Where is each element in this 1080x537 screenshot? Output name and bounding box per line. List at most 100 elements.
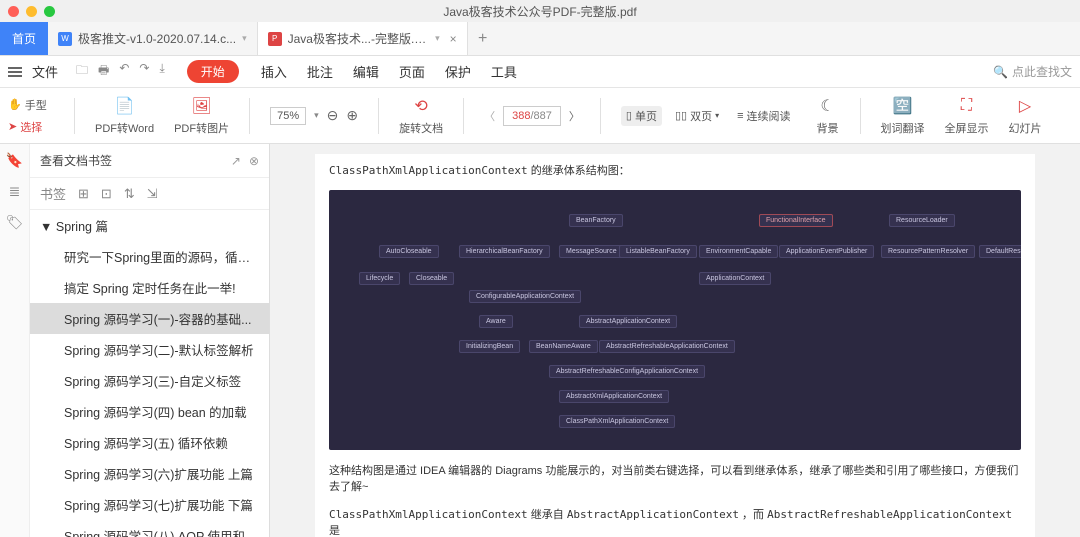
zoom-level[interactable]: 75% bbox=[270, 107, 306, 125]
doc-tab-label: Java极客技术...-完整版.pdf bbox=[288, 30, 429, 47]
text-line: ClassPathXmlApplicationContext 继承自 Abstr… bbox=[329, 506, 1021, 537]
traffic-lights bbox=[8, 6, 55, 17]
tree-item[interactable]: Spring 源码学习(七)扩展功能 下篇 bbox=[30, 489, 269, 520]
cursor-icon: ➤ bbox=[8, 120, 17, 133]
menu-tools[interactable]: 工具 bbox=[491, 62, 517, 81]
fullscreen-icon: ⛶ bbox=[955, 95, 979, 117]
outline-icon[interactable]: ⊡ bbox=[101, 186, 112, 202]
import-icon[interactable]: ⇲ bbox=[147, 186, 158, 202]
bookmark-sidebar: 查看文档书签 ↗ ⊗ 书签 ⊞ ⊡ ⇅ ⇲ ▼ Spring 篇 研究一下Spr… bbox=[30, 144, 270, 537]
chevron-down-icon[interactable]: ▾ bbox=[314, 110, 319, 121]
divider bbox=[463, 98, 464, 134]
doc-tab-0[interactable]: W 极客推文-v1.0-2020.07.14.c... ▾ bbox=[48, 22, 258, 55]
text-line: ClassPathXmlApplicationContext 的继承体系结构图： bbox=[329, 162, 1021, 178]
tree-item[interactable]: Spring 源码学习(五) 循环依赖 bbox=[30, 427, 269, 458]
zoom-in-icon[interactable]: ⊕ bbox=[346, 107, 358, 124]
prev-page-icon[interactable]: 〈 bbox=[484, 108, 495, 124]
hamburger-icon[interactable] bbox=[8, 67, 22, 77]
tree-item[interactable]: Spring 源码学习(六)扩展功能 上篇 bbox=[30, 458, 269, 489]
close-tab-icon[interactable]: × bbox=[450, 32, 457, 46]
tab-dropdown-icon[interactable]: ▾ bbox=[435, 33, 440, 44]
zoom-group: 75% ▾ ⊖ ⊕ bbox=[270, 107, 358, 125]
zoom-out-icon[interactable]: ⊖ bbox=[327, 107, 339, 124]
page-input[interactable]: 388/887 bbox=[503, 106, 561, 126]
tree-item[interactable]: 搞定 Spring 定时任务在此一举! bbox=[30, 272, 269, 303]
menu-insert[interactable]: 插入 bbox=[261, 62, 287, 81]
pdf-to-word-button[interactable]: 📄 PDF转Word bbox=[95, 95, 154, 136]
menubar: 文件 🗀 🖶 ↶ ↷ ⤓ 开始 插入 批注 编辑 页面 保护 工具 🔍 点此查找… bbox=[0, 56, 1080, 88]
popout-icon[interactable]: ↗ bbox=[231, 154, 241, 168]
print-icon[interactable]: 🖶 bbox=[98, 61, 109, 82]
slideshow-button[interactable]: ▷ 幻灯片 bbox=[1009, 95, 1042, 136]
bookmark-tab-label[interactable]: 书签 bbox=[40, 184, 66, 203]
divider bbox=[600, 98, 601, 134]
minimize-window-icon[interactable] bbox=[26, 6, 37, 17]
document-view[interactable]: ClassPathXmlApplicationContext 的继承体系结构图：… bbox=[270, 144, 1080, 537]
mode-col: ✋手型 ➤选择 bbox=[8, 97, 54, 135]
double-page-icon: ▯▯ bbox=[675, 109, 687, 122]
tree-item[interactable]: 研究一下Spring里面的源码，循环... bbox=[30, 241, 269, 272]
left-icon-rail: 🔖 ≣ 🏷 bbox=[0, 144, 30, 537]
view-single[interactable]: ▯单页 bbox=[621, 106, 662, 126]
next-page-icon[interactable]: 〉 bbox=[569, 108, 580, 124]
titlebar: Java极客技术公众号PDF-完整版.pdf bbox=[0, 0, 1080, 22]
list-rail-icon[interactable]: ≣ bbox=[9, 183, 21, 200]
page-content: ClassPathXmlApplicationContext 的继承体系结构图：… bbox=[315, 154, 1035, 537]
tag-rail-icon[interactable]: 🏷 bbox=[6, 214, 24, 231]
single-page-icon: ▯ bbox=[626, 109, 632, 122]
close-sidebar-icon[interactable]: ⊗ bbox=[249, 154, 259, 168]
hand-tool[interactable]: ✋手型 bbox=[8, 97, 54, 113]
menu-protect[interactable]: 保护 bbox=[445, 62, 471, 81]
pdf-to-image-button[interactable]: 🖼 PDF转图片 bbox=[174, 95, 229, 136]
divider bbox=[860, 98, 861, 134]
undo-icon[interactable]: ↶ bbox=[119, 61, 129, 82]
menu-annotate[interactable]: 批注 bbox=[307, 62, 333, 81]
tab-dropdown-icon[interactable]: ▾ bbox=[242, 33, 247, 44]
divider bbox=[74, 98, 75, 134]
play-icon: ▷ bbox=[1013, 95, 1037, 117]
redo-icon[interactable]: ↷ bbox=[139, 61, 149, 82]
tree-item[interactable]: Spring 源码学习(八) AOP 使用和... bbox=[30, 520, 269, 537]
new-tab-button[interactable]: + bbox=[468, 30, 498, 48]
word-file-icon: W bbox=[58, 32, 72, 46]
text-para: 这种结构图是通过 IDEA 编辑器的 Diagrams 功能展示的，对当前类右键… bbox=[329, 462, 1021, 494]
tree-item[interactable]: Spring 源码学习(四) bean 的加载 bbox=[30, 396, 269, 427]
save-icon[interactable]: ⤓ bbox=[159, 61, 164, 82]
window-title: Java极客技术公众号PDF-完整版.pdf bbox=[443, 3, 636, 20]
view-continuous[interactable]: ≡连续阅读 bbox=[732, 106, 795, 126]
maximize-window-icon[interactable] bbox=[44, 6, 55, 17]
translate-button[interactable]: 🈳 划词翻译 bbox=[881, 95, 925, 136]
bookmark-tree[interactable]: ▼ Spring 篇 研究一下Spring里面的源码，循环...搞定 Sprin… bbox=[30, 210, 269, 537]
doc-tab-1[interactable]: P Java极客技术...-完整版.pdf ▾ × bbox=[258, 22, 468, 55]
rotate-button[interactable]: ⟲ 旋转文档 bbox=[399, 95, 443, 136]
rotate-icon: ⟲ bbox=[409, 95, 433, 117]
doc-tab-label: 极客推文-v1.0-2020.07.14.c... bbox=[78, 30, 236, 47]
quick-icons: 🗀 🖶 ↶ ↷ ⤓ bbox=[76, 61, 165, 82]
page-nav: 〈 388/887 〉 bbox=[484, 106, 580, 126]
background-button[interactable]: ☾ 背景 bbox=[816, 95, 840, 136]
file-menu[interactable]: 文件 bbox=[30, 62, 60, 81]
tree-item[interactable]: Spring 源码学习(一)-容器的基础... bbox=[30, 303, 269, 334]
pdf-file-icon: P bbox=[268, 32, 282, 46]
search-icon: 🔍 bbox=[993, 65, 1008, 79]
home-tab[interactable]: 首页 bbox=[0, 22, 48, 55]
tree-item[interactable]: Spring 源码学习(二)-默认标签解析 bbox=[30, 334, 269, 365]
open-icon[interactable]: 🗀 bbox=[76, 61, 88, 82]
fullscreen-button[interactable]: ⛶ 全屏显示 bbox=[945, 95, 989, 136]
select-tool[interactable]: ➤选择 bbox=[8, 119, 54, 135]
close-window-icon[interactable] bbox=[8, 6, 19, 17]
menu-edit[interactable]: 编辑 bbox=[353, 62, 379, 81]
menu-page[interactable]: 页面 bbox=[399, 62, 425, 81]
translate-icon: 🈳 bbox=[891, 95, 915, 117]
start-tab[interactable]: 开始 bbox=[187, 60, 239, 83]
tree-root[interactable]: ▼ Spring 篇 bbox=[30, 210, 269, 241]
search-box[interactable]: 🔍 点此查找文 bbox=[993, 63, 1072, 80]
chevron-down-icon: ▾ bbox=[715, 111, 719, 120]
add-bookmark-icon[interactable]: ⊞ bbox=[78, 186, 89, 202]
bookmark-rail-icon[interactable]: 🔖 bbox=[6, 152, 23, 169]
sort-icon[interactable]: ⇅ bbox=[124, 186, 135, 202]
view-double[interactable]: ▯▯双页▾ bbox=[670, 106, 724, 126]
tree-item[interactable]: Spring 源码学习(三)-自定义标签 bbox=[30, 365, 269, 396]
ribbon: ✋手型 ➤选择 📄 PDF转Word 🖼 PDF转图片 75% ▾ ⊖ ⊕ ⟲ … bbox=[0, 88, 1080, 144]
moon-icon: ☾ bbox=[816, 95, 840, 117]
